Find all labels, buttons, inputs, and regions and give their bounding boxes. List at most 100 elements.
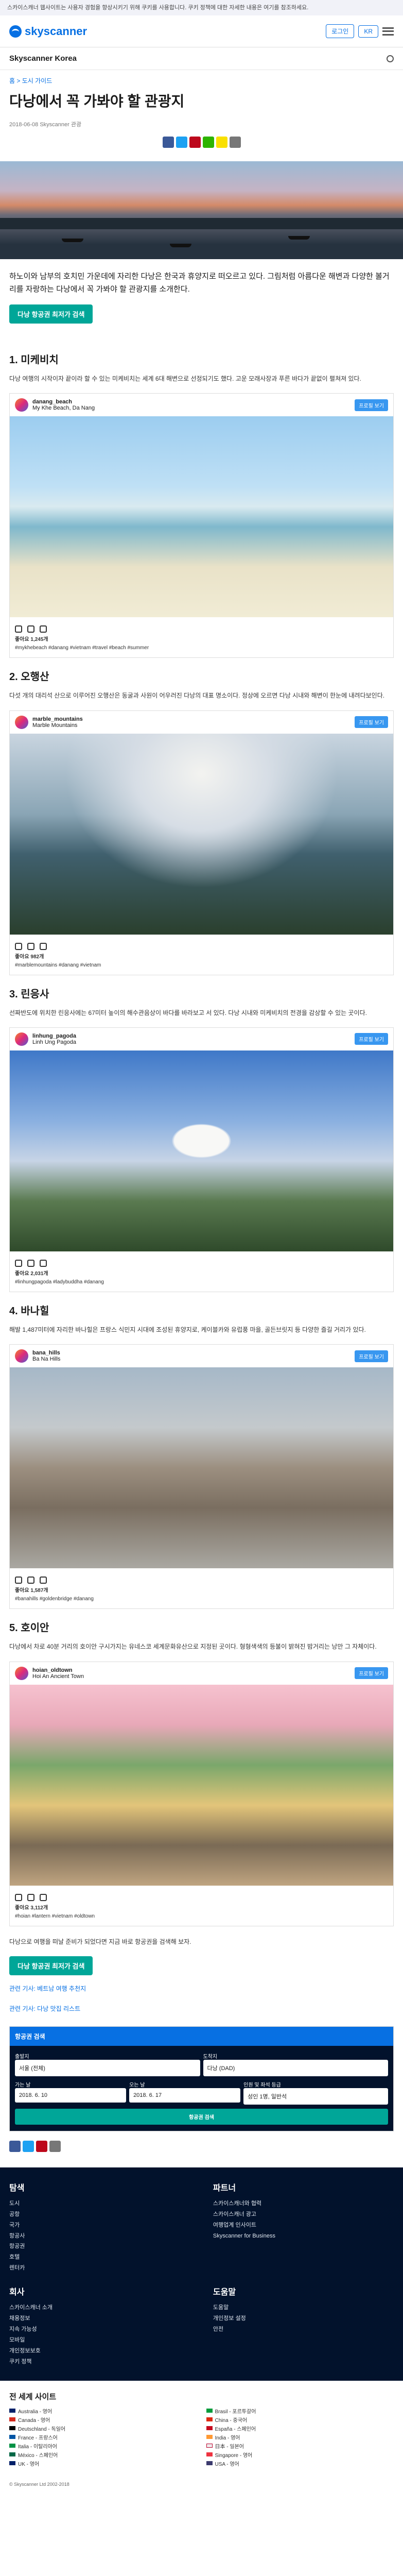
footer-link[interactable]: 개인정보보호 — [9, 2346, 190, 2357]
section-text: 해발 1,487미터에 자리한 바나힐은 프랑스 식민지 시대에 조성된 휴양지… — [9, 1326, 366, 1333]
comment-icon[interactable] — [27, 942, 34, 950]
search-icon[interactable] — [387, 55, 394, 62]
share-icon[interactable] — [40, 1259, 47, 1267]
pinterest-icon[interactable] — [189, 137, 201, 148]
instagram-photo[interactable] — [10, 1367, 393, 1569]
lead-paragraph: 하노이와 남부의 호치민 가운데에 자리한 다낭은 한국과 휴양지로 떠오르고 … — [9, 272, 390, 294]
cookie-banner: 스카이스캐너 웹사이트는 사용자 경험을 향상시키기 위해 쿠키를 사용합니다.… — [0, 0, 403, 16]
follow-button[interactable]: 프로필 보기 — [355, 1350, 388, 1362]
footer-link[interactable]: 모바일 — [9, 2335, 190, 2346]
instagram-embed: linhung_pagoda Linh Ung Pagoda 프로필 보기 좋아요… — [9, 1027, 394, 1292]
share-icon[interactable] — [40, 1893, 47, 1901]
section-title: 1. 미케비치 — [9, 354, 59, 366]
related-link[interactable]: 관련 기사: 다낭 맛집 리스트 — [9, 2005, 80, 2012]
follow-button[interactable]: 프로필 보기 — [355, 1033, 388, 1045]
footer-link[interactable]: Skyscanner for Business — [213, 2231, 394, 2242]
twitter-icon[interactable] — [23, 2140, 34, 2152]
site-link[interactable]: China - 중국어 — [206, 2416, 394, 2424]
site-link[interactable]: UK - 영어 — [9, 2460, 197, 2467]
twitter-icon[interactable] — [176, 137, 187, 148]
share-icon[interactable] — [40, 625, 47, 633]
naver-icon[interactable] — [202, 137, 214, 148]
return-date-field[interactable]: 2018. 6. 17 — [129, 2088, 241, 2103]
share-icon[interactable] — [40, 942, 47, 950]
footer-link[interactable]: 항공권 — [9, 2241, 190, 2252]
footer-link[interactable]: 여행업계 인사이트 — [213, 2220, 394, 2231]
heart-icon[interactable] — [15, 942, 22, 950]
footer-link[interactable]: 도시 — [9, 2198, 190, 2209]
breadcrumb[interactable]: 홈 > 도시 가이드 — [9, 76, 394, 85]
site-link[interactable]: Deutschland - 독일어 — [9, 2425, 197, 2432]
site-link[interactable]: Singapore - 영어 — [206, 2451, 394, 2459]
heart-icon[interactable] — [15, 1893, 22, 1901]
login-button[interactable]: 로그인 — [326, 24, 355, 39]
depart-date-field[interactable]: 2018. 6. 10 — [15, 2088, 127, 2103]
comment-icon[interactable] — [27, 1577, 34, 1584]
heart-icon[interactable] — [15, 625, 22, 633]
origin-field[interactable]: 서울 (전체) — [15, 2059, 200, 2076]
skyscanner-logo[interactable]: skyscanner — [9, 25, 87, 38]
section-title: 3. 린응사 — [9, 988, 49, 1000]
site-link[interactable]: India - 영어 — [206, 2433, 394, 2441]
facebook-icon[interactable] — [9, 2140, 21, 2152]
related-link[interactable]: 관련 기사: 베트남 여행 추천지 — [9, 1985, 86, 1992]
passenger-field[interactable]: 성인 1명, 일반석 — [243, 2088, 388, 2105]
instagram-photo[interactable] — [10, 1684, 393, 1886]
menu-icon[interactable] — [382, 27, 394, 36]
kakao-icon[interactable] — [216, 137, 227, 148]
email-icon[interactable] — [229, 137, 241, 148]
site-header: skyscanner 로그인 KR — [0, 15, 403, 48]
heart-icon[interactable] — [15, 1577, 22, 1584]
skyscanner-logo-icon — [9, 25, 22, 38]
comment-icon[interactable] — [27, 1259, 34, 1267]
site-link[interactable]: Canada - 영어 — [9, 2416, 197, 2424]
follow-button[interactable]: 프로필 보기 — [355, 399, 388, 411]
site-link[interactable]: Australia - 영어 — [9, 2407, 197, 2415]
footer-link[interactable]: 항공사 — [9, 2231, 190, 2242]
comment-icon[interactable] — [27, 625, 34, 633]
footer-link[interactable]: 렌터카 — [9, 2263, 190, 2274]
heart-icon[interactable] — [15, 1259, 22, 1267]
footer-link[interactable]: 쿠키 정책 — [9, 2357, 190, 2367]
avatar[interactable] — [15, 1032, 28, 1046]
site-link[interactable]: México - 스페인어 — [9, 2451, 197, 2459]
site-link[interactable]: Brasil - 포르투갈어 — [206, 2407, 394, 2415]
language-button[interactable]: KR — [358, 25, 378, 38]
search-button[interactable]: 항공권 검색 — [15, 2108, 388, 2125]
email-icon[interactable] — [49, 2140, 61, 2152]
comment-icon[interactable] — [27, 1893, 34, 1901]
site-link[interactable]: France - 프랑스어 — [9, 2433, 197, 2441]
footer-link[interactable]: 국가 — [9, 2220, 190, 2231]
footer-link[interactable]: 스카이스캐너와 협력 — [213, 2198, 394, 2209]
section-title: 4. 바나힐 — [9, 1305, 49, 1317]
instagram-photo[interactable] — [10, 1050, 393, 1251]
instagram-photo[interactable] — [10, 733, 393, 935]
instagram-photo[interactable] — [10, 416, 393, 618]
avatar[interactable] — [15, 715, 28, 729]
avatar[interactable] — [15, 398, 28, 412]
site-link[interactable]: Italia - 이탈리아어 — [9, 2442, 197, 2450]
closing-cta[interactable]: 다낭 항공권 최저가 검색 — [9, 1956, 93, 1976]
page-title: 다낭에서 꼭 가봐야 할 관광지 — [9, 93, 185, 110]
footer-link[interactable]: 안전 — [213, 2324, 394, 2335]
site-link[interactable]: España - 스페인어 — [206, 2425, 394, 2432]
footer-link[interactable]: 공항 — [9, 2209, 190, 2220]
destination-field[interactable]: 다낭 (DAD) — [203, 2059, 388, 2076]
avatar[interactable] — [15, 1666, 28, 1680]
site-link[interactable]: 日本 - 일본어 — [206, 2442, 394, 2450]
follow-button[interactable]: 프로필 보기 — [355, 716, 388, 728]
follow-button[interactable]: 프로필 보기 — [355, 1667, 388, 1680]
avatar[interactable] — [15, 1349, 28, 1363]
footer-link[interactable]: 개인정보 설정 — [213, 2313, 394, 2324]
footer-link[interactable]: 지속 가능성 — [9, 2324, 190, 2335]
flight-search-cta[interactable]: 다낭 항공권 최저가 검색 — [9, 304, 93, 324]
footer-link[interactable]: 도움말 — [213, 2302, 394, 2313]
facebook-icon[interactable] — [162, 137, 174, 148]
share-icon[interactable] — [40, 1577, 47, 1584]
footer-link[interactable]: 스카이스캐너 광고 — [213, 2209, 394, 2220]
footer-link[interactable]: 호텔 — [9, 2252, 190, 2263]
footer-link[interactable]: 채용정보 — [9, 2313, 190, 2324]
footer-link[interactable]: 스카이스캐너 소개 — [9, 2302, 190, 2313]
pinterest-icon[interactable] — [36, 2140, 47, 2152]
site-link[interactable]: USA - 영어 — [206, 2460, 394, 2467]
